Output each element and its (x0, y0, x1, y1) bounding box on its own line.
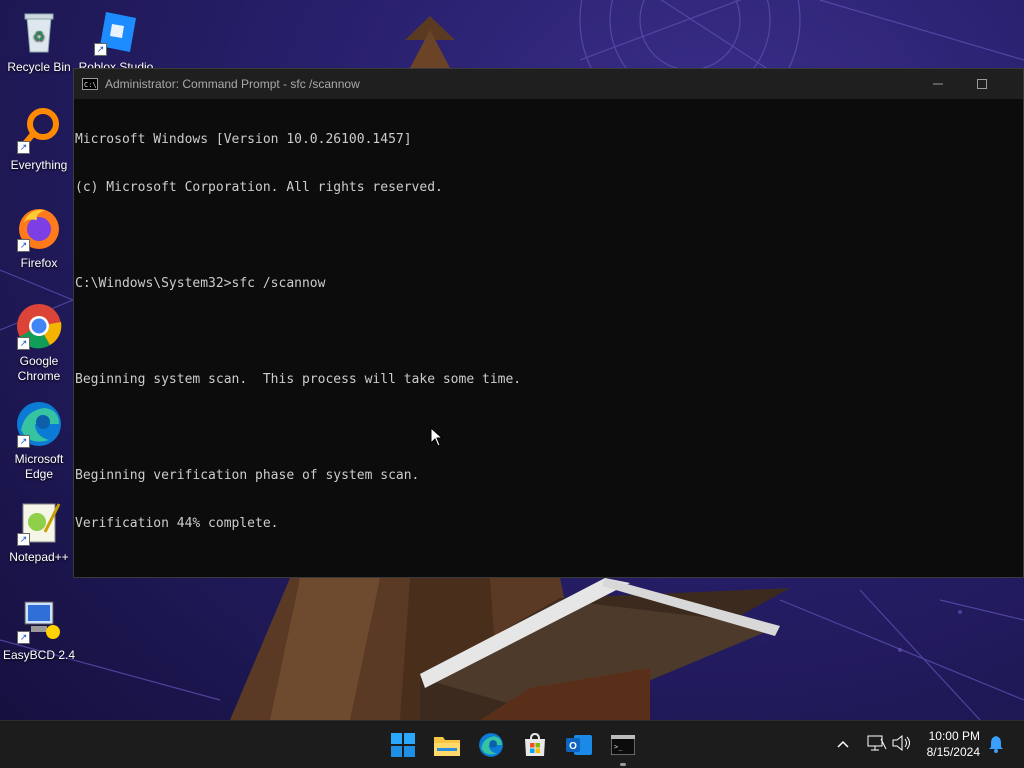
maximize-button[interactable] (959, 69, 1005, 99)
minimize-icon (933, 83, 943, 85)
taskbar-microsoft-store[interactable] (519, 729, 551, 761)
svg-text:>_: >_ (614, 743, 623, 751)
console-line: (c) Microsoft Corporation. All rights re… (75, 180, 443, 195)
shortcut-arrow-icon: ↗ (17, 631, 30, 644)
volume-button[interactable] (892, 734, 912, 755)
microsoft-store-icon (525, 733, 545, 756)
maximize-icon (977, 79, 987, 89)
desktop-icon-recycle-bin[interactable]: ♻ Recycle Bin (0, 8, 78, 75)
clock-time: 10:00 PM (928, 729, 980, 743)
taskbar-file-explorer[interactable] (431, 729, 463, 761)
network-icon (867, 735, 887, 751)
start-icon (391, 733, 415, 757)
console-line: Verification 44% complete. (75, 516, 279, 531)
taskbar: O >_ 10:00 PM 8/15/2024 (0, 720, 1024, 768)
desktop-icon-easybcd[interactable]: ↗ EasyBCD 2.4 (0, 596, 78, 663)
console-output[interactable]: Microsoft Windows [Version 10.0.26100.14… (74, 99, 1023, 564)
desktop-icon-label: Notepad++ (9, 550, 69, 564)
console-line: C:\Windows\System32>sfc /scannow (75, 276, 326, 291)
notepadpp-icon: ↗ (15, 498, 63, 546)
desktop-icon-label: Everything (10, 158, 68, 172)
shortcut-arrow-icon: ↗ (17, 337, 30, 350)
shortcut-arrow-icon: ↗ (17, 533, 30, 546)
terminal-icon: >_ (611, 735, 635, 755)
edge-icon: ↗ (15, 400, 63, 448)
everything-search-icon: ↗ (15, 106, 63, 154)
desktop-icon-firefox[interactable]: ↗ Firefox (0, 204, 78, 271)
chrome-icon: ↗ (15, 302, 63, 350)
desktop-icon-label: EasyBCD 2.4 (2, 648, 76, 662)
desktop-icon-label: Firefox (20, 256, 58, 270)
title-bar[interactable]: C:\ Administrator: Command Prompt - sfc … (74, 69, 1023, 99)
taskbar-terminal[interactable]: >_ (607, 729, 639, 766)
bell-icon (989, 736, 1003, 753)
roblox-studio-icon: ↗ (92, 8, 140, 56)
shortcut-arrow-icon: ↗ (94, 43, 107, 56)
file-explorer-icon (434, 737, 460, 756)
wallpaper-tower (230, 578, 790, 720)
network-button[interactable] (867, 735, 887, 755)
svg-text:O: O (569, 741, 577, 752)
desktop-icon-microsoft-edge[interactable]: ↗ Microsoft Edge (0, 400, 78, 482)
shortcut-arrow-icon: ↗ (17, 435, 30, 448)
notifications-button[interactable] (988, 735, 1004, 757)
outlook-icon: O (566, 735, 592, 755)
svg-text:♻: ♻ (33, 28, 46, 44)
taskbar-edge[interactable] (475, 729, 507, 761)
cmd-app-icon: C:\ (82, 78, 98, 90)
easybcd-icon: ↗ (15, 596, 63, 644)
minimize-button[interactable] (915, 69, 961, 99)
command-prompt-window[interactable]: C:\ Administrator: Command Prompt - sfc … (73, 68, 1024, 578)
mouse-cursor-icon (430, 427, 444, 447)
chevron-up-icon (837, 740, 849, 748)
active-indicator (620, 763, 626, 766)
console-line: Beginning system scan. This process will… (75, 372, 522, 387)
tray-overflow-button[interactable] (836, 736, 850, 755)
shortcut-arrow-icon: ↗ (17, 239, 30, 252)
desktop-icon-label: Google Chrome (17, 354, 61, 383)
taskbar-outlook[interactable]: O (563, 729, 595, 761)
desktop-icon-everything[interactable]: ↗ Everything (0, 106, 78, 173)
desktop-icon-notepadpp[interactable]: ↗ Notepad++ (0, 498, 78, 565)
window-title: Administrator: Command Prompt - sfc /sca… (105, 77, 360, 91)
start-button[interactable] (387, 729, 419, 761)
edge-icon (479, 733, 503, 757)
shortcut-arrow-icon: ↗ (17, 141, 30, 154)
console-line: Beginning verification phase of system s… (75, 468, 420, 483)
desktop-icon-label: Recycle Bin (7, 60, 71, 74)
recycle-bin-icon: ♻ (15, 8, 63, 56)
console-line: Microsoft Windows [Version 10.0.26100.14… (75, 132, 412, 147)
clock-date: 8/15/2024 (926, 745, 980, 759)
desktop-icon-google-chrome[interactable]: ↗ Google Chrome (0, 302, 78, 384)
volume-icon (892, 734, 910, 752)
desktop-icon-roblox-studio[interactable]: ↗ Roblox Studio (77, 8, 155, 75)
desktop-icon-label: Microsoft Edge (14, 452, 64, 481)
firefox-icon: ↗ (15, 204, 63, 252)
clock[interactable]: 10:00 PM 8/15/2024 (918, 728, 980, 760)
